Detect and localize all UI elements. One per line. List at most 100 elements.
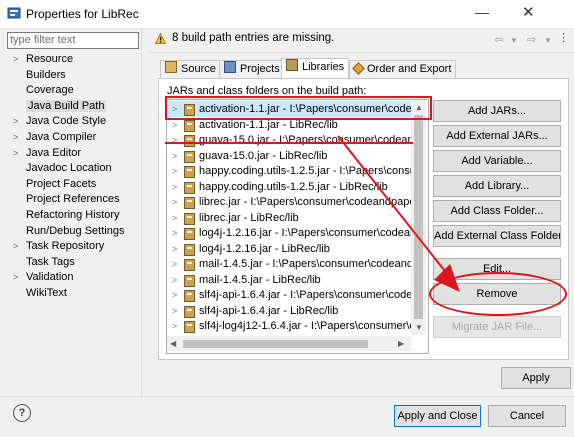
view-menu-icon[interactable]: ⋮ [558,31,569,44]
filter-input[interactable]: type filter text [7,32,139,49]
footer-separator [0,396,574,397]
close-window-button[interactable]: ✕ [522,3,535,21]
list-item-label: librec.jar - LibRec/lib [199,211,299,224]
tree-item-label: Javadoc Location [26,162,112,175]
annotation-highlight-box [165,96,432,120]
chevron-right-icon[interactable]: > [172,318,177,334]
tree-item-label: Validation [26,271,74,284]
forward-dropdown-icon[interactable]: ▼ [544,36,552,45]
tree-item-label: Task Repository [26,240,105,253]
chevron-right-icon[interactable]: > [172,179,177,195]
tree-item[interactable]: > Java Code Style [13,114,106,129]
chevron-right-icon[interactable]: > [13,114,26,129]
back-arrow-icon[interactable]: ⇦ [494,33,503,46]
list-item-label: slf4j-api-1.6.4.jar - LibRec/lib [199,304,339,317]
tab-order-and-export[interactable]: Order and Export [349,60,457,78]
tree-item[interactable]: > Resource [13,52,73,67]
jar-icon [184,119,195,132]
list-item-label: slf4j-log4j12-1.6.4.jar - I:\Papers\cons… [199,320,412,332]
chevron-right-icon[interactable]: > [172,287,177,303]
chevron-right-icon[interactable]: > [172,241,177,257]
migrate-jar-button[interactable]: Migrate JAR File... [433,316,561,338]
jar-icon [184,305,195,318]
chevron-right-icon[interactable]: > [172,303,177,319]
tree-item[interactable]: > Java Editor [13,146,81,161]
jar-icon [184,321,195,333]
header-separator [150,52,574,53]
chevron-right-icon[interactable]: > [13,239,26,254]
tree-item[interactable]: > Java Compiler [13,130,96,145]
libraries-icon [286,59,298,71]
tree-item[interactable]: Project References [13,192,120,207]
tree-item[interactable]: > Validation [13,270,74,285]
chevron-right-icon[interactable]: > [13,130,26,145]
tree-item-label: Resource [26,53,74,65]
scroll-left-icon[interactable]: ◀ [170,339,176,348]
status-message: 8 build path entries are missing. [172,32,335,44]
chevron-right-icon[interactable]: > [13,146,26,161]
jar-icon [184,150,195,163]
jar-icon [184,290,195,302]
tree-item-label: Java Compiler [26,131,97,143]
tab-source[interactable]: Source [160,60,221,78]
tree-item[interactable]: Refactoring History [13,208,120,223]
help-icon[interactable]: ? [13,404,31,422]
tree-item[interactable]: Java Build Path [13,99,107,114]
jar-icon [184,166,195,178]
scroll-right-icon[interactable]: ▶ [398,339,404,348]
tree-item-label: Java Code Style [26,115,107,128]
chevron-right-icon[interactable]: > [172,163,177,179]
back-dropdown-icon[interactable]: ▼ [510,36,518,45]
horizontal-scroll-thumb[interactable] [183,340,368,348]
tab-projects-label: Projects [240,63,280,75]
apply-and-close-button[interactable]: Apply and Close [394,405,481,427]
annotation-arrow [337,135,460,292]
chevron-right-icon[interactable]: > [172,148,177,164]
jar-icon [184,259,195,271]
tab-projects[interactable]: Projects [219,60,285,78]
list-item[interactable]: > slf4j-api-1.6.4.jar - LibRec/lib [167,303,412,319]
chevron-right-icon[interactable]: > [172,132,177,148]
tree-item[interactable]: Builders [13,68,66,83]
list-item-label: guava-15.0.jar - LibRec/lib [199,149,328,162]
tree-item-label: Refactoring History [26,209,120,221]
jar-icon [184,181,195,194]
tree-item[interactable]: Run/Debug Settings [13,224,124,239]
jar-icon [184,135,195,147]
cancel-button[interactable]: Cancel [488,405,566,427]
tree-item-label: Task Tags [26,255,75,268]
chevron-right-icon[interactable]: > [13,270,26,285]
tree-item-label: Coverage [26,84,74,97]
chevron-right-icon[interactable]: > [13,52,26,67]
minimize-button[interactable]: — [475,4,489,20]
tree-item[interactable]: Project Facets [13,177,96,192]
jar-icon [184,197,195,209]
apply-button[interactable]: Apply [501,367,571,389]
tree-item-label: Java Build Path [26,99,107,112]
scroll-down-icon[interactable]: ▼ [415,323,423,332]
tree-item[interactable]: Javadoc Location [13,161,112,176]
chevron-right-icon[interactable]: > [172,210,177,226]
chevron-right-icon[interactable]: > [172,272,177,288]
chevron-right-icon[interactable]: > [172,225,177,241]
tree-item-label: Builders [26,68,66,81]
sash-divider[interactable] [141,28,142,396]
tree-item[interactable]: WikiText [13,286,67,301]
title-bar: Properties for LibRec — ✕ [0,0,574,29]
forward-arrow-icon[interactable]: ⇨ [527,33,536,46]
tree-item-label: Java Editor [26,146,82,159]
add-jars-button[interactable]: Add JARs... [433,100,561,122]
jar-icon [184,228,195,240]
list-item[interactable]: > slf4j-log4j12-1.6.4.jar - I:\Papers\con… [167,318,412,334]
tab-libraries-label: Libraries [302,61,345,73]
tree-item[interactable]: Coverage [13,83,74,98]
chevron-right-icon[interactable]: > [172,194,177,210]
tree-item-label: WikiText [26,287,67,299]
tab-libraries[interactable]: Libraries [281,58,350,79]
eclipse-app-icon [7,7,21,19]
chevron-right-icon[interactable]: > [172,256,177,272]
source-folder-icon [165,61,177,73]
tree-item[interactable]: > Task Repository [13,239,104,254]
tree-item[interactable]: Task Tags [13,255,75,270]
window-title: Properties for LibRec [26,7,139,21]
